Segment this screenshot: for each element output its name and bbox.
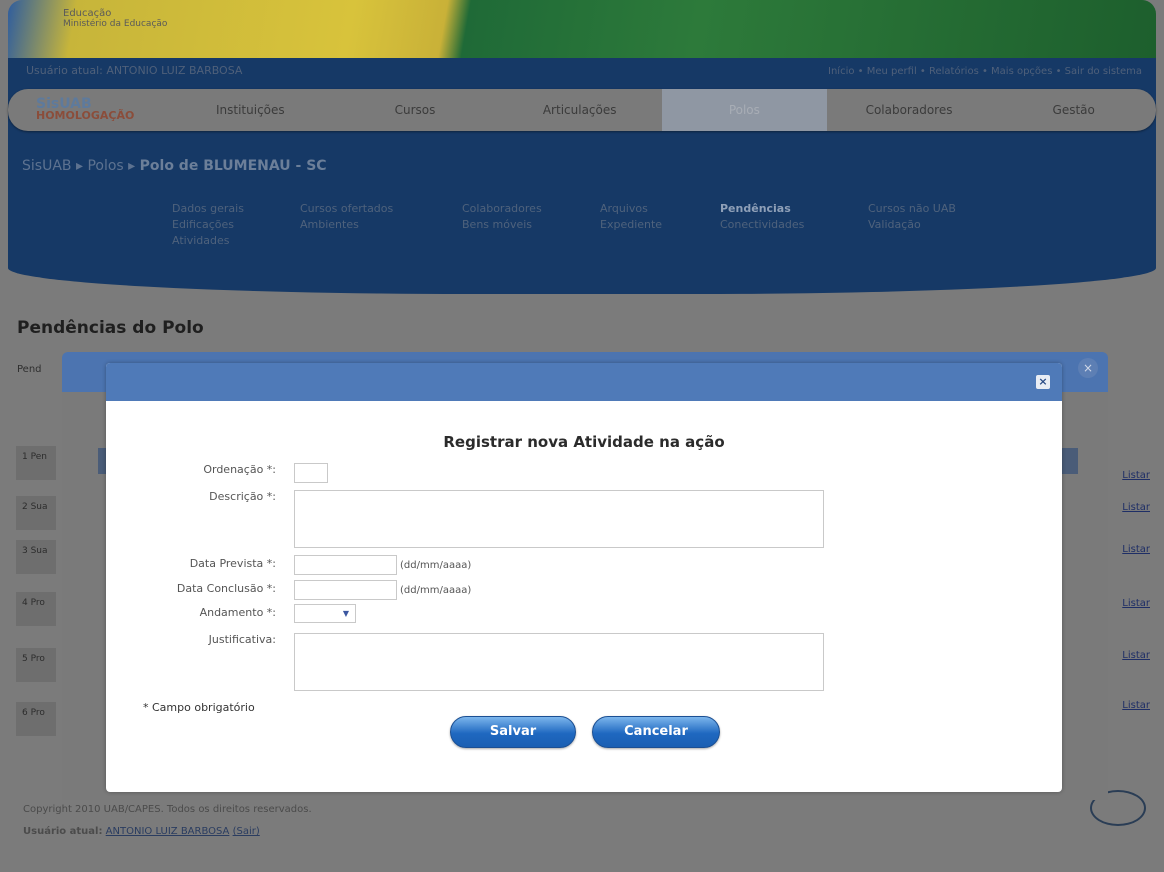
- background-row: 1 Pen: [16, 446, 56, 480]
- data-conclusao-input[interactable]: [294, 580, 397, 600]
- background-row: 4 Pro: [16, 592, 56, 626]
- footer-user-link[interactable]: ANTONIO LUIZ BARBOSA: [106, 826, 230, 837]
- footer-user-line: Usuário atual: ANTONIO LUIZ BARBOSA (Sai…: [23, 821, 312, 843]
- subnav-edificacoes[interactable]: Edificações: [172, 218, 300, 234]
- gov-logo-line1: Educação: [63, 8, 112, 19]
- data-prevista-label: Data Prevista *:: [189, 557, 276, 570]
- footer: Copyright 2010 UAB/CAPES. Todos os direi…: [23, 799, 312, 843]
- main-navigation: SisUAB HOMOLOGAÇÃO Instituições Cursos A…: [8, 89, 1156, 131]
- list-link[interactable]: Listar: [1122, 650, 1150, 661]
- andamento-select[interactable]: ▼: [294, 604, 356, 623]
- dialog-header: ×: [106, 363, 1062, 401]
- logo-subtitle: HOMOLOGAÇÃO: [36, 109, 135, 122]
- current-user-line: Usuário atual: ANTONIO LUIZ BARBOSA: [26, 64, 243, 77]
- data-conclusao-format-hint: (dd/mm/aaaa): [400, 585, 472, 596]
- breadcrumb-sisuab[interactable]: SisUAB: [22, 158, 72, 174]
- breadcrumb-separator: ▸: [128, 158, 140, 174]
- subnav-dados-gerais[interactable]: Dados gerais: [172, 202, 300, 218]
- subnav-pendencias[interactable]: Pendências: [720, 202, 868, 218]
- save-button[interactable]: Salvar: [450, 716, 576, 748]
- descricao-textarea[interactable]: [294, 490, 824, 548]
- breadcrumb-separator: ▸: [75, 158, 88, 174]
- close-icon[interactable]: ×: [1036, 375, 1050, 389]
- polo-subnavigation: Dados gerais Cursos ofertados Colaborado…: [172, 202, 978, 250]
- subnav-arquivos[interactable]: Arquivos: [600, 202, 720, 218]
- breadcrumb-polos[interactable]: Polos: [87, 158, 123, 174]
- andamento-label: Andamento *:: [199, 606, 276, 619]
- footer-user-prefix: Usuário atual:: [23, 826, 103, 837]
- required-field-note: * Campo obrigatório: [143, 701, 255, 714]
- list-link[interactable]: Listar: [1122, 470, 1150, 481]
- nav-polos[interactable]: Polos: [662, 89, 827, 131]
- page-title: Pendências do Polo: [17, 318, 204, 338]
- background-row: 3 Sua: [16, 540, 56, 574]
- background-modal-close-icon[interactable]: ×: [1078, 358, 1098, 378]
- ordenacao-input[interactable]: [294, 463, 328, 483]
- list-link[interactable]: Listar: [1122, 502, 1150, 513]
- subnav-validacao[interactable]: Validação: [868, 218, 978, 234]
- data-conclusao-label: Data Conclusão *:: [176, 582, 276, 595]
- data-prevista-format-hint: (dd/mm/aaaa): [400, 560, 472, 571]
- subnav-conectividades[interactable]: Conectividades: [720, 218, 868, 234]
- dialog-title: Registrar nova Atividade na ação: [443, 433, 725, 451]
- breadcrumb-current: Polo de BLUMENAU - SC: [139, 158, 327, 174]
- breadcrumb: SisUAB ▸ Polos ▸ Polo de BLUMENAU - SC: [22, 158, 327, 174]
- nav-colaboradores[interactable]: Colaboradores: [827, 89, 992, 131]
- footer-exit-link[interactable]: (Sair): [233, 826, 260, 837]
- list-link[interactable]: Listar: [1122, 700, 1150, 711]
- descricao-label: Descrição *:: [209, 490, 276, 503]
- list-link[interactable]: Listar: [1122, 544, 1150, 555]
- subnav-expediente[interactable]: Expediente: [600, 218, 720, 234]
- subnav-colaboradores[interactable]: Colaboradores: [462, 202, 600, 218]
- background-row: 5 Pro: [16, 648, 56, 682]
- new-activity-dialog: × Registrar nova Atividade na ação Orden…: [106, 363, 1062, 792]
- page: Educação Ministério da Educação Usuário …: [0, 0, 1164, 872]
- nav-cursos[interactable]: Cursos: [333, 89, 498, 131]
- background-row: 2 Sua: [16, 496, 56, 530]
- copyright-text: Copyright 2010 UAB/CAPES. Todos os direi…: [23, 804, 312, 815]
- gov-logo-line2: Ministério da Educação: [63, 19, 168, 29]
- cancel-button[interactable]: Cancelar: [592, 716, 720, 748]
- nav-articulacoes[interactable]: Articulações: [497, 89, 662, 131]
- subnav-bens-moveis[interactable]: Bens móveis: [462, 218, 600, 234]
- justificativa-label: Justificativa:: [208, 633, 276, 646]
- subnav-cursos-ofertados[interactable]: Cursos ofertados: [300, 202, 462, 218]
- subnav-ambientes[interactable]: Ambientes: [300, 218, 462, 234]
- data-prevista-input[interactable]: [294, 555, 397, 575]
- page-subtext: Pend: [17, 364, 42, 375]
- nav-gestao[interactable]: Gestão: [991, 89, 1156, 131]
- background-row: 6 Pro: [16, 702, 56, 736]
- top-banner: Educação Ministério da Educação: [8, 0, 1156, 58]
- chevron-down-icon[interactable]: ▼: [340, 608, 352, 619]
- nav-instituicoes[interactable]: Instituições: [168, 89, 333, 131]
- top-links[interactable]: Início • Meu perfil • Relatórios • Mais …: [828, 66, 1142, 77]
- subnav-atividades[interactable]: Atividades: [172, 234, 300, 250]
- sisuab-logo[interactable]: SisUAB HOMOLOGAÇÃO: [8, 97, 168, 122]
- list-link[interactable]: Listar: [1122, 598, 1150, 609]
- gov-logo: Educação Ministério da Educação: [63, 8, 167, 30]
- justificativa-textarea[interactable]: [294, 633, 824, 691]
- ordenacao-label: Ordenação *:: [203, 463, 276, 476]
- subnav-cursos-nao-uab[interactable]: Cursos não UAB: [868, 202, 978, 218]
